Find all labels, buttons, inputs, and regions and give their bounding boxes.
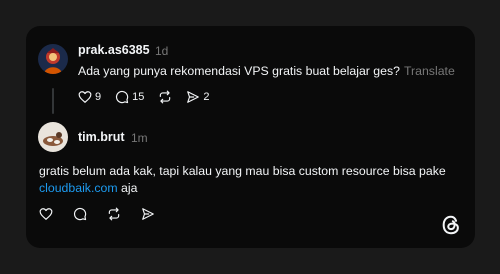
thread-connector <box>52 88 54 114</box>
heart-icon <box>78 90 92 104</box>
share-button[interactable]: 2 <box>186 90 210 104</box>
reply-timestamp: 1m <box>131 131 148 145</box>
send-icon <box>186 90 200 104</box>
repost-button[interactable] <box>158 90 172 104</box>
like-count: 9 <box>95 91 102 103</box>
reply-comment-button[interactable] <box>73 207 87 221</box>
avatar[interactable] <box>38 122 68 152</box>
translate-link[interactable]: Translate <box>404 64 455 78</box>
reply-username[interactable]: tim.brut <box>78 130 125 144</box>
comment-icon <box>115 90 129 104</box>
post-username[interactable]: prak.as6385 <box>78 43 150 57</box>
post-timestamp: 1d <box>155 44 169 58</box>
heart-icon <box>39 207 53 221</box>
post-body: Ada yang punya rekomendasi VPS gratis bu… <box>78 64 400 78</box>
reply-text-tail: aja <box>117 181 138 195</box>
send-icon <box>141 207 155 221</box>
reply-actions <box>39 207 175 221</box>
post-actions: 9 15 2 <box>78 90 224 104</box>
post-text: Ada yang punya rekomendasi VPS gratis bu… <box>78 62 455 81</box>
reply-text-line2: cloudbaik.com aja <box>39 179 137 198</box>
repost-icon <box>107 207 121 221</box>
comment-icon <box>73 207 87 221</box>
reply-like-button[interactable] <box>39 207 53 221</box>
threads-logo-icon[interactable] <box>440 214 462 236</box>
avatar[interactable] <box>38 44 68 74</box>
reply-button[interactable]: 15 <box>115 90 144 104</box>
threads-post-card: prak.as6385 1d Ada yang punya rekomendas… <box>26 26 475 248</box>
reply-repost-button[interactable] <box>107 207 121 221</box>
reply-share-button[interactable] <box>141 207 155 221</box>
cloudbaik-link[interactable]: cloudbaik.com <box>39 181 118 195</box>
reply-count: 15 <box>132 91 145 103</box>
repost-icon <box>158 90 172 104</box>
share-count: 2 <box>203 91 210 103</box>
like-button[interactable]: 9 <box>78 90 101 104</box>
